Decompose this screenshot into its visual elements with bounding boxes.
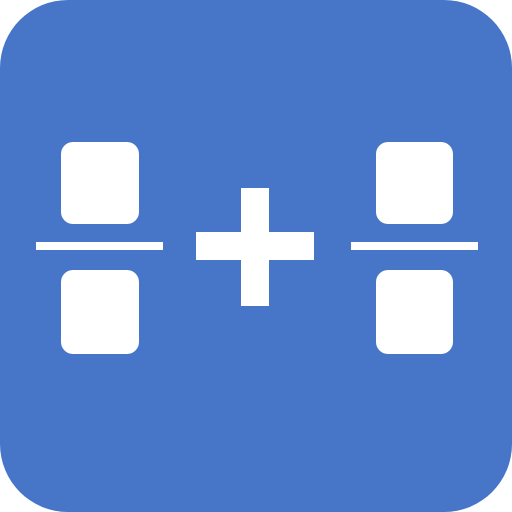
right-fraction-bar xyxy=(351,242,478,250)
fraction-addition-app-icon[interactable] xyxy=(0,0,512,512)
plus-vertical-stroke xyxy=(241,188,269,306)
left-numerator-box xyxy=(61,142,139,224)
left-fraction-bar xyxy=(36,242,163,250)
right-denominator-box xyxy=(376,270,453,354)
left-denominator-box xyxy=(61,270,139,354)
right-numerator-box xyxy=(376,142,453,224)
